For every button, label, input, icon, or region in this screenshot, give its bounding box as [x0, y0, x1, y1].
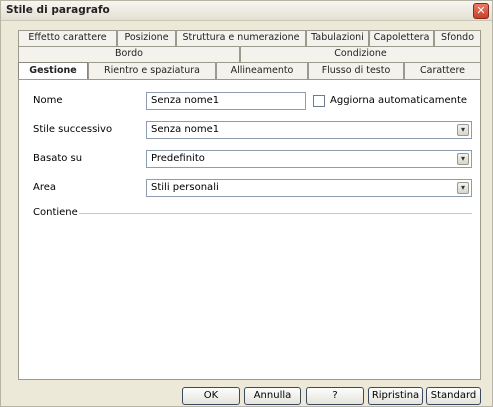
tab-rientro-spaziatura[interactable]: Rientro e spaziatura	[88, 62, 216, 80]
based-on-select[interactable]: Predefinito ▾	[146, 150, 472, 168]
tab-carattere[interactable]: Carattere	[404, 62, 481, 80]
next-style-value: Senza nome1	[151, 124, 220, 135]
tab-sfondo[interactable]: Sfondo	[434, 30, 481, 46]
nome-input[interactable]: Senza nome1	[146, 92, 306, 110]
tab-row-2: Bordo Condizione	[18, 46, 481, 62]
standard-button[interactable]: Standard	[426, 387, 481, 405]
area-label: Area	[33, 182, 57, 193]
tab-gestione[interactable]: Gestione	[18, 62, 88, 80]
tab-row-1: Effetto carattere Posizione Struttura e …	[18, 30, 481, 46]
area-select[interactable]: Stili personali ▾	[146, 179, 472, 197]
tab-condizione[interactable]: Condizione	[240, 46, 481, 62]
tab-flusso-di-testo[interactable]: Flusso di testo	[308, 62, 404, 80]
tab-allineamento[interactable]: Allineamento	[216, 62, 308, 80]
dialog-window: Stile di paragrafo ✕ Effetto carattere P…	[0, 0, 493, 407]
next-style-select[interactable]: Senza nome1 ▾	[146, 121, 472, 139]
chevron-down-icon[interactable]: ▾	[457, 153, 469, 165]
tab-bordo[interactable]: Bordo	[18, 46, 240, 62]
tab-capolettera[interactable]: Capolettera	[369, 30, 434, 46]
based-on-value: Predefinito	[151, 153, 205, 164]
close-icon: ✕	[476, 4, 486, 17]
tab-posizione[interactable]: Posizione	[117, 30, 176, 46]
window-title: Stile di paragrafo	[6, 4, 110, 16]
auto-update-label: Aggiorna automaticamente	[330, 95, 468, 106]
tab-struttura-numerazione[interactable]: Struttura e numerazione	[176, 30, 306, 46]
area-value: Stili personali	[151, 182, 219, 193]
auto-update-checkbox[interactable]	[313, 95, 325, 107]
tab-panel-gestione: Nome Senza nome1 Aggiorna automaticament…	[18, 79, 481, 380]
tab-effetto-carattere[interactable]: Effetto carattere	[18, 30, 117, 46]
next-style-label: Stile successivo	[33, 124, 113, 135]
chevron-down-icon[interactable]: ▾	[457, 182, 469, 194]
based-on-label: Basato su	[33, 153, 83, 164]
contains-label: Contiene	[33, 207, 78, 218]
close-button[interactable]: ✕	[473, 3, 489, 19]
reset-button[interactable]: Ripristina	[368, 387, 423, 405]
tab-tabulazioni[interactable]: Tabulazioni	[306, 30, 369, 46]
chevron-down-icon[interactable]: ▾	[457, 124, 469, 136]
ok-button[interactable]: OK	[182, 387, 240, 405]
title-bar[interactable]: Stile di paragrafo ✕	[1, 1, 492, 21]
cancel-button[interactable]: Annulla	[244, 387, 301, 405]
tab-row-3: Gestione Rientro e spaziatura Allineamen…	[18, 62, 481, 80]
nome-label: Nome	[33, 95, 63, 106]
help-button[interactable]: ?	[306, 387, 364, 405]
section-divider	[79, 213, 472, 214]
